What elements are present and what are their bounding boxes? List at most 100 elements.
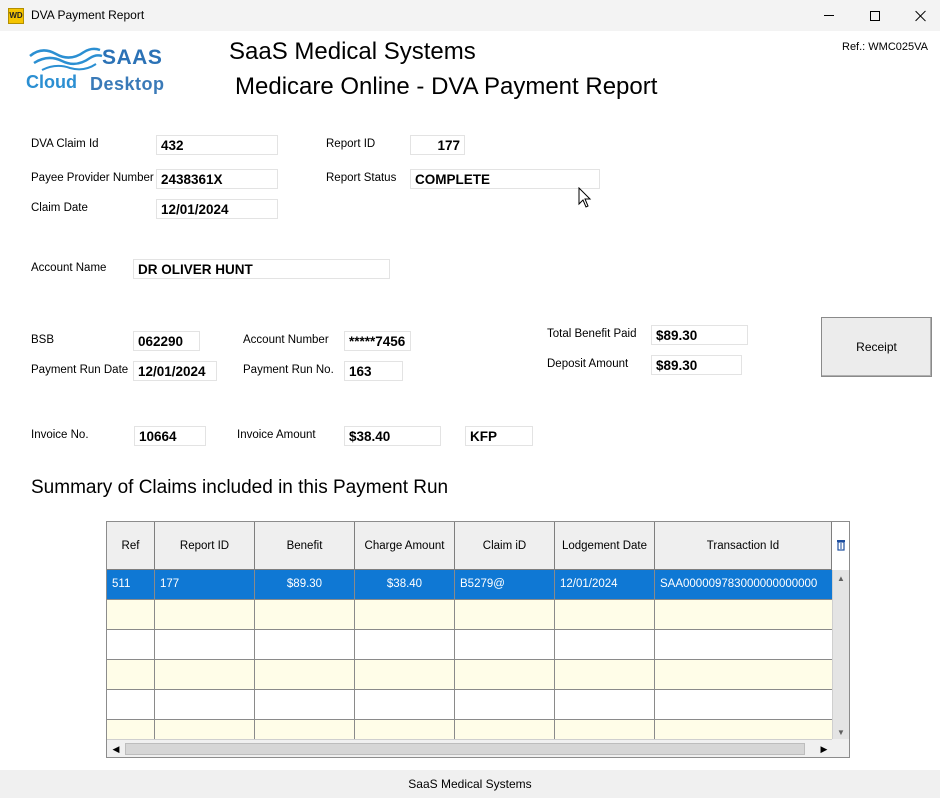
scroll-right-icon[interactable]: ▶ [817,741,831,757]
invoice-no-label: Invoice No. [31,429,89,441]
empty-cell[interactable] [155,720,255,739]
table-row-empty[interactable] [107,600,832,630]
payment-run-no-field[interactable]: 163 [344,361,403,381]
empty-cell[interactable] [255,630,355,659]
mouse-pointer-icon [578,187,592,208]
column-header-transaction-id[interactable]: Transaction Id [655,522,832,570]
cloud-waves-icon [29,47,103,71]
scroll-down-icon[interactable]: ▼ [833,724,849,740]
cell-lodgement-date[interactable]: 12/01/2024 [555,570,655,599]
scroll-up-icon[interactable]: ▲ [833,570,849,586]
close-icon [915,10,927,22]
empty-cell[interactable] [255,600,355,629]
account-name-field[interactable]: DR OLIVER HUNT [133,259,390,279]
form-reference: Ref.: WMC025VA [842,41,928,53]
horizontal-scroll-thumb[interactable] [125,743,805,755]
payee-provider-number-label: Payee Provider Number [31,172,154,184]
deposit-amount-label: Deposit Amount [547,358,629,370]
column-header-lodgement-date[interactable]: Lodgement Date [555,522,655,570]
minimize-button[interactable] [806,0,852,31]
logo-saas-text: SAAS [102,46,163,69]
logo-cloud-text: Cloud [26,72,77,92]
invoice-amount-label: Invoice Amount [237,429,316,441]
logo-desktop-text: Desktop [90,74,165,94]
claim-date-label: Claim Date [31,202,88,214]
total-benefit-paid-field[interactable]: $89.30 [651,325,748,345]
vertical-scrollbar[interactable]: ▲ ▼ [832,570,849,740]
delete-row-icon[interactable] [833,538,849,552]
empty-cell[interactable] [107,660,155,689]
cell-charge-amount[interactable]: $38.40 [355,570,455,599]
page-subtitle: Medicare Online - DVA Payment Report [235,73,658,100]
account-name-label: Account Name [31,262,107,274]
empty-cell[interactable] [355,600,455,629]
table-row-empty[interactable] [107,720,832,739]
claim-date-field[interactable]: 12/01/2024 [156,199,278,219]
empty-cell[interactable] [555,630,655,659]
column-header-benefit[interactable]: Benefit [255,522,355,570]
empty-cell[interactable] [555,600,655,629]
payee-provider-number-field[interactable]: 2438361X [156,169,278,189]
cell-benefit[interactable]: $89.30 [255,570,355,599]
empty-cell[interactable] [255,660,355,689]
scroll-left-icon[interactable]: ◀ [109,741,123,757]
empty-cell[interactable] [355,720,455,739]
empty-cell[interactable] [555,720,655,739]
grid-header: Ref Report ID Benefit Charge Amount Clai… [107,522,832,570]
table-row-empty[interactable] [107,690,832,720]
empty-cell[interactable] [255,690,355,719]
empty-cell[interactable] [107,720,155,739]
empty-cell[interactable] [107,600,155,629]
invoice-no-field[interactable]: 10664 [134,426,206,446]
column-header-report-id[interactable]: Report ID [155,522,255,570]
empty-cell[interactable] [155,660,255,689]
report-id-field[interactable]: 177 [410,135,465,155]
payment-run-date-field[interactable]: 12/01/2024 [133,361,217,381]
bsb-field[interactable]: 062290 [133,331,200,351]
report-status-field[interactable]: COMPLETE [410,169,600,189]
dva-claim-id-field[interactable]: 432 [156,135,278,155]
empty-cell[interactable] [155,600,255,629]
empty-cell[interactable] [455,720,555,739]
empty-cell[interactable] [555,660,655,689]
invoice-code-field[interactable]: KFP [465,426,533,446]
empty-cell[interactable] [355,660,455,689]
empty-cell[interactable] [355,690,455,719]
maximize-button[interactable] [852,0,898,31]
status-bar-text: SaaS Medical Systems [408,777,532,791]
empty-cell[interactable] [455,630,555,659]
column-header-ref[interactable]: Ref [107,522,155,570]
summary-section-title: Summary of Claims included in this Payme… [31,477,449,498]
cell-report-id[interactable]: 177 [155,570,255,599]
saas-cloud-desktop-logo: SAAS Cloud Desktop [24,44,174,100]
horizontal-scrollbar[interactable]: ◀ ▶ [107,739,832,757]
empty-cell[interactable] [255,720,355,739]
cell-claim-id[interactable]: B5279@ [455,570,555,599]
empty-cell[interactable] [355,630,455,659]
empty-cell[interactable] [155,690,255,719]
invoice-amount-field[interactable]: $38.40 [344,426,441,446]
table-row-empty[interactable] [107,630,832,660]
account-number-field[interactable]: *****7456 [344,331,411,351]
empty-cell[interactable] [555,690,655,719]
cell-transaction-id[interactable]: SAA000009783000000000000 [655,570,832,599]
table-row[interactable]: 511 177 $89.30 $38.40 B5279@ 12/01/2024 … [107,570,832,600]
empty-cell[interactable] [455,600,555,629]
deposit-amount-field[interactable]: $89.30 [651,355,742,375]
maximize-icon [870,10,880,21]
receipt-button[interactable]: Receipt [821,317,932,377]
column-header-charge-amount[interactable]: Charge Amount [355,522,455,570]
empty-cell[interactable] [455,690,555,719]
title-bar: WD DVA Payment Report [0,0,940,31]
column-header-claim-id[interactable]: Claim iD [455,522,555,570]
empty-cell[interactable] [455,660,555,689]
cell-ref[interactable]: 511 [107,570,155,599]
empty-cell[interactable] [107,690,155,719]
report-id-label: Report ID [326,138,376,150]
close-button[interactable] [898,0,940,31]
claims-grid[interactable]: Ref Report ID Benefit Charge Amount Clai… [106,521,850,758]
table-row-empty[interactable] [107,660,832,690]
status-bar: SaaS Medical Systems [0,770,940,798]
empty-cell[interactable] [155,630,255,659]
empty-cell[interactable] [107,630,155,659]
